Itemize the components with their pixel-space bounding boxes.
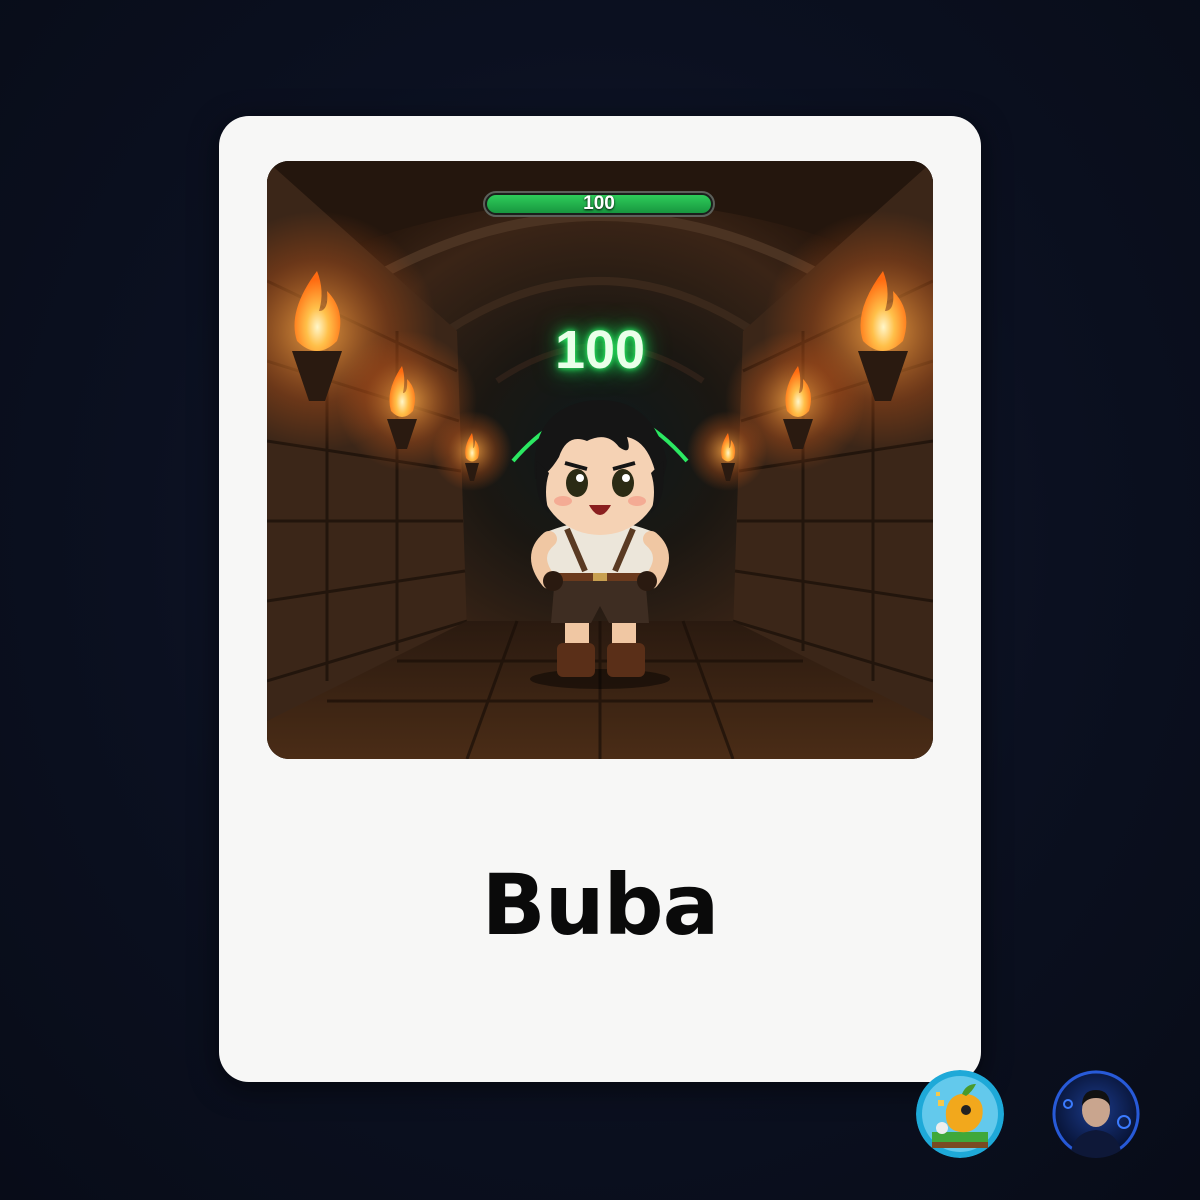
health-bar-value: 100 [583,193,615,214]
character-name: Buba [481,856,720,954]
floating-health-value: 100 [554,320,646,380]
background: 100 100 Buba [0,0,1200,1200]
character-card[interactable]: 100 100 Buba [219,116,981,1082]
game-logo-badge[interactable] [916,1070,1004,1158]
dungeon-illustration [267,161,933,759]
health-bar: 100 [483,191,715,217]
user-avatar-badge[interactable] [1052,1070,1140,1158]
dungeon-scene: 100 100 [267,161,933,759]
game-logo-icon [916,1070,1004,1158]
user-avatar-icon [1052,1070,1140,1158]
